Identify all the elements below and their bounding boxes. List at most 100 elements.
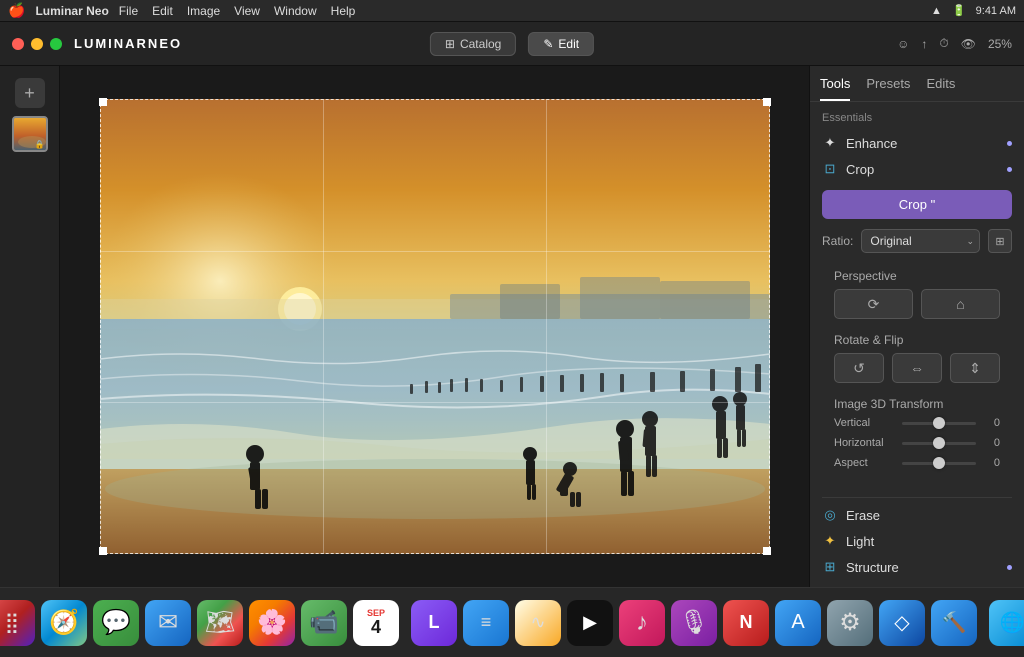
dock-luminar-neo[interactable]: L	[411, 600, 457, 646]
edit-button[interactable]: ✎ Edit	[528, 32, 594, 56]
dock-messages[interactable]: 💬	[93, 600, 139, 646]
beach-image	[100, 99, 770, 554]
dock-mail[interactable]: ✉	[145, 600, 191, 646]
panel-tabs: Tools Presets Edits	[810, 66, 1024, 102]
canvas-area[interactable]	[60, 66, 809, 587]
divider-1	[822, 497, 1012, 498]
close-button[interactable]	[12, 38, 24, 50]
minimize-button[interactable]	[31, 38, 43, 50]
essentials-label: Essentials	[810, 102, 1024, 130]
maximize-button[interactable]	[50, 38, 62, 50]
menu-file[interactable]: File	[119, 4, 138, 18]
tab-tools[interactable]: Tools	[820, 76, 850, 101]
tool-light[interactable]: ✦ Light	[810, 528, 1024, 554]
app-menu-label: Luminar Neo	[35, 4, 108, 18]
zoom-level: 25%	[988, 37, 1012, 51]
dock-files[interactable]: ≡	[463, 600, 509, 646]
dock-xcode[interactable]: 🔨	[931, 600, 977, 646]
dock-calendar[interactable]: SEP 4	[353, 600, 399, 646]
image-thumbnail[interactable]: 🔒	[12, 116, 48, 152]
share-icon[interactable]: ↑	[921, 37, 927, 51]
dock-facetime[interactable]: 📹	[301, 600, 347, 646]
tool-erase[interactable]: ◎ Erase	[810, 502, 1024, 528]
ratio-label: Ratio:	[822, 234, 853, 248]
tool-enhance[interactable]: ✦ Enhance	[810, 130, 1024, 156]
right-panel: Tools Presets Edits Essentials ✦ Enhance…	[809, 66, 1024, 587]
app-title: LUMINARNEO	[74, 36, 182, 51]
tab-presets[interactable]: Presets	[866, 76, 910, 101]
horizontal-slider-value: 0	[984, 437, 1000, 449]
dock-store[interactable]: ◇	[879, 600, 925, 646]
dock-podcasts[interactable]: 🎙	[671, 600, 717, 646]
wifi-icon: ▲	[931, 5, 942, 17]
horizontal-slider-label: Horizontal	[834, 437, 894, 449]
left-sidebar: + 🔒	[0, 66, 60, 587]
tab-edits[interactable]: Edits	[926, 76, 955, 101]
smiley-icon[interactable]: ☺	[897, 37, 909, 51]
rotate-button[interactable]: ↺	[834, 353, 884, 383]
ratio-grid-button[interactable]: ⊞	[988, 229, 1012, 253]
crop-apply-button[interactable]: Crop "	[822, 190, 1012, 219]
history-icon[interactable]: ⏱	[939, 36, 948, 51]
crop-icon: ⊡	[822, 161, 838, 177]
dock-photos[interactable]: 🌸	[249, 600, 295, 646]
dock-maps[interactable]: 🗺	[197, 600, 243, 646]
horizontal-slider[interactable]	[902, 442, 976, 445]
transform-label: Image 3D Transform	[822, 391, 1012, 417]
perspective-auto-button[interactable]: ⟳	[834, 289, 913, 319]
vertical-slider[interactable]	[902, 422, 976, 425]
menu-help[interactable]: Help	[331, 4, 356, 18]
flip-horizontal-button[interactable]: ⇔	[892, 353, 942, 383]
ratio-row: Ratio: Original 1:1 4:3 16:9 Custom ⌄ ⊞	[822, 229, 1012, 253]
dock-appletv[interactable]: ▶	[567, 600, 613, 646]
dock-news[interactable]: N	[723, 600, 769, 646]
menu-image[interactable]: Image	[187, 4, 220, 18]
vertical-slider-row: Vertical 0	[834, 417, 1000, 429]
structure-modified-dot	[1007, 565, 1012, 570]
dock-safari[interactable]: 🧭	[41, 600, 87, 646]
flip-vertical-button[interactable]: ⇕	[950, 353, 1000, 383]
aspect-slider[interactable]	[902, 462, 976, 465]
light-icon: ✦	[822, 533, 838, 549]
perspective-manual-button[interactable]: ⌂	[921, 289, 1000, 319]
dock-downloads[interactable]: 🌐	[989, 600, 1024, 646]
aspect-slider-value: 0	[984, 457, 1000, 469]
tool-crop[interactable]: ⊡ Crop	[810, 156, 1024, 182]
dock-appstore[interactable]: A	[775, 600, 821, 646]
catalog-icon: ⊞	[445, 37, 455, 51]
tool-structure[interactable]: ⊞ Structure	[810, 554, 1024, 580]
preview-icon[interactable]: 👁	[961, 37, 976, 51]
transform-sliders: Vertical 0 Horizontal 0 As	[822, 417, 1012, 485]
crop-label: Crop	[846, 162, 874, 177]
crop-modified-dot	[1007, 167, 1012, 172]
vertical-slider-label: Vertical	[834, 417, 894, 429]
enhance-label: Enhance	[846, 136, 897, 151]
enhance-icon: ✦	[822, 135, 838, 151]
aspect-slider-label: Aspect	[834, 457, 894, 469]
menu-edit[interactable]: Edit	[152, 4, 173, 18]
vertical-slider-value: 0	[984, 417, 1000, 429]
menu-window[interactable]: Window	[274, 4, 317, 18]
dock-launchpad[interactable]: ⣿	[0, 600, 35, 646]
menubar: 🍎 Luminar Neo File Edit Image View Windo…	[0, 0, 1024, 22]
add-image-button[interactable]: +	[15, 78, 45, 108]
erase-icon: ◎	[822, 507, 838, 523]
light-label: Light	[846, 534, 874, 549]
dock-freeform[interactable]: ∿	[515, 600, 561, 646]
rotate-flip-label: Rotate & Flip	[822, 327, 1012, 353]
main-layout: + 🔒	[0, 66, 1024, 587]
clock-display: 9:41 AM	[976, 5, 1016, 17]
menu-view[interactable]: View	[234, 4, 260, 18]
dock-music[interactable]: ♪	[619, 600, 665, 646]
ratio-select[interactable]: Original 1:1 4:3 16:9 Custom	[861, 229, 980, 253]
aspect-slider-row: Aspect 0	[834, 457, 1000, 469]
apple-menu-icon[interactable]: 🍎	[8, 2, 25, 19]
crop-panel: Crop " Ratio: Original 1:1 4:3 16:9 Cust…	[810, 182, 1024, 493]
dock-system-preferences[interactable]: ⚙	[827, 600, 873, 646]
horizontal-slider-row: Horizontal 0	[834, 437, 1000, 449]
dock: 🖥 ⣿ 🧭 💬 ✉ 🗺 🌸 📹 SEP 4 L ≡ ∿ ▶ ♪ 🎙 N A ⚙ …	[0, 587, 1024, 657]
catalog-button[interactable]: ⊞ Catalog	[430, 32, 516, 56]
rotate-flip-buttons: ↺ ⇔ ⇕	[822, 353, 1012, 391]
lock-icon: 🔒	[35, 140, 45, 149]
enhance-modified-dot	[1007, 141, 1012, 146]
